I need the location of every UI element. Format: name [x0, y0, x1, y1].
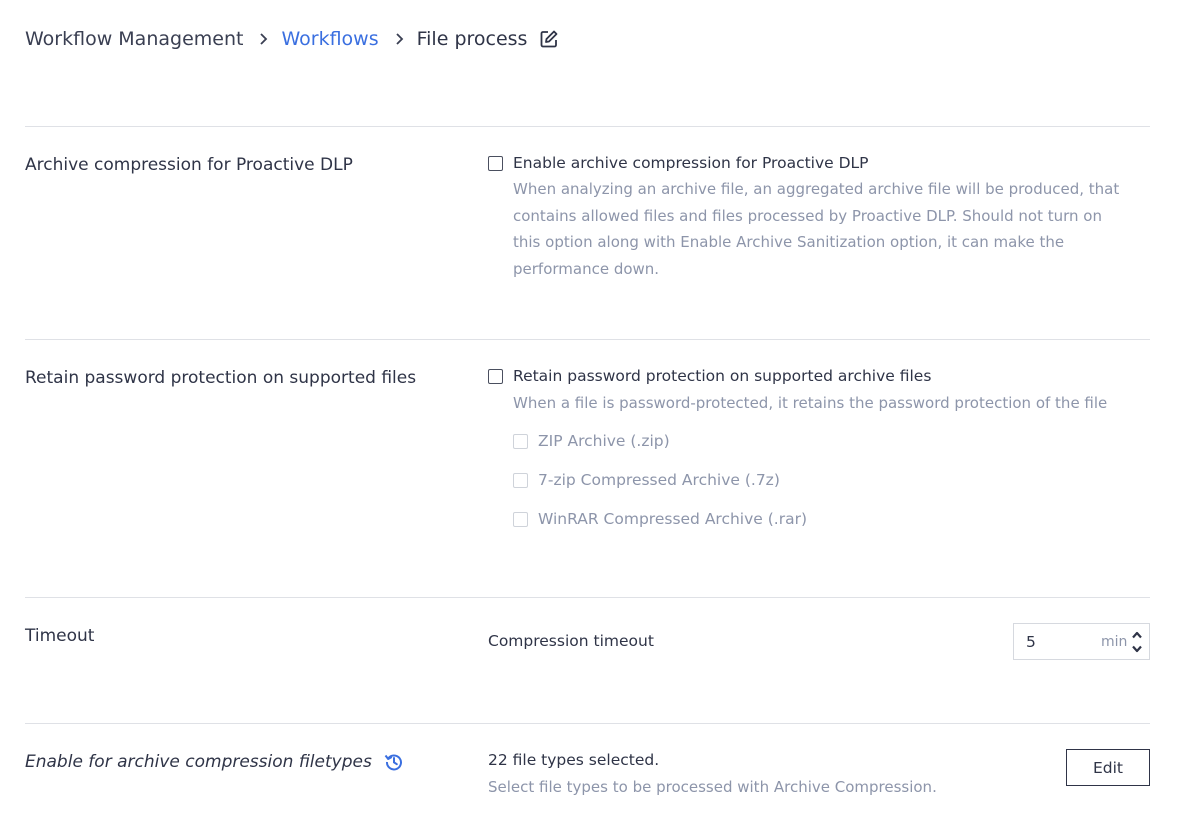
enable-archive-compression-label[interactable]: Enable archive compression for Proactive… [513, 154, 869, 172]
retain-password-description: When a file is password-protected, it re… [513, 394, 1108, 412]
retain-password-label[interactable]: Retain password protection on supported … [513, 367, 931, 385]
filetypes-title-row: Enable for archive compression filetypes [25, 752, 404, 772]
7zip-archive-checkbox[interactable] [513, 472, 528, 488]
rar-archive-option[interactable]: WinRAR Compressed Archive (.rar) [513, 510, 807, 528]
chevron-right-icon [259, 32, 269, 46]
retain-password-checkbox[interactable] [488, 368, 503, 384]
quantity-stepper[interactable] [1125, 624, 1149, 659]
section-divider [25, 339, 1150, 340]
7zip-archive-option[interactable]: 7-zip Compressed Archive (.7z) [513, 471, 780, 489]
breadcrumb-root[interactable]: Workflow Management [25, 28, 243, 50]
edit-filetypes-button[interactable]: Edit [1066, 749, 1150, 786]
compression-timeout-label: Compression timeout [488, 632, 654, 650]
zip-archive-label[interactable]: ZIP Archive (.zip) [538, 432, 670, 450]
section-divider [25, 597, 1150, 598]
timeout-title: Timeout [25, 626, 95, 646]
filetypes-description: Select file types to be processed with A… [488, 778, 937, 796]
breadcrumb-current: File process [416, 28, 528, 50]
7zip-archive-label[interactable]: 7-zip Compressed Archive (.7z) [538, 471, 780, 489]
filetypes-summary: 22 file types selected. [488, 751, 660, 769]
page: Workflow Management Workflows File proce… [0, 0, 1192, 828]
rar-archive-checkbox[interactable] [513, 511, 528, 527]
enable-archive-compression-checkbox[interactable] [488, 155, 503, 171]
zip-archive-option[interactable]: ZIP Archive (.zip) [513, 432, 670, 450]
compression-timeout-unit: min [1101, 633, 1128, 650]
breadcrumb: Workflow Management Workflows File proce… [25, 26, 559, 52]
enable-archive-compression-row[interactable]: Enable archive compression for Proactive… [488, 154, 869, 172]
filetypes-title: Enable for archive compression filetypes [25, 752, 372, 772]
edit-pencil-icon[interactable] [539, 29, 559, 49]
retain-password-title: Retain password protection on supported … [25, 368, 417, 388]
stepper-down-icon[interactable] [1125, 642, 1149, 656]
archive-compression-title: Archive compression for Proactive DLP [25, 155, 353, 175]
history-reset-icon[interactable] [384, 752, 404, 772]
archive-compression-description: When analyzing an archive file, an aggre… [513, 180, 1120, 278]
stepper-up-icon[interactable] [1125, 628, 1149, 642]
zip-archive-checkbox[interactable] [513, 433, 528, 449]
compression-timeout-value[interactable]: 5 [1026, 633, 1076, 651]
rar-archive-label[interactable]: WinRAR Compressed Archive (.rar) [538, 510, 807, 528]
section-divider [25, 126, 1150, 127]
section-divider [25, 723, 1150, 724]
chevron-right-icon [395, 32, 405, 46]
breadcrumb-workflows-link[interactable]: Workflows [281, 28, 378, 50]
retain-password-row[interactable]: Retain password protection on supported … [488, 367, 931, 385]
compression-timeout-input[interactable]: 5 min [1013, 623, 1150, 660]
